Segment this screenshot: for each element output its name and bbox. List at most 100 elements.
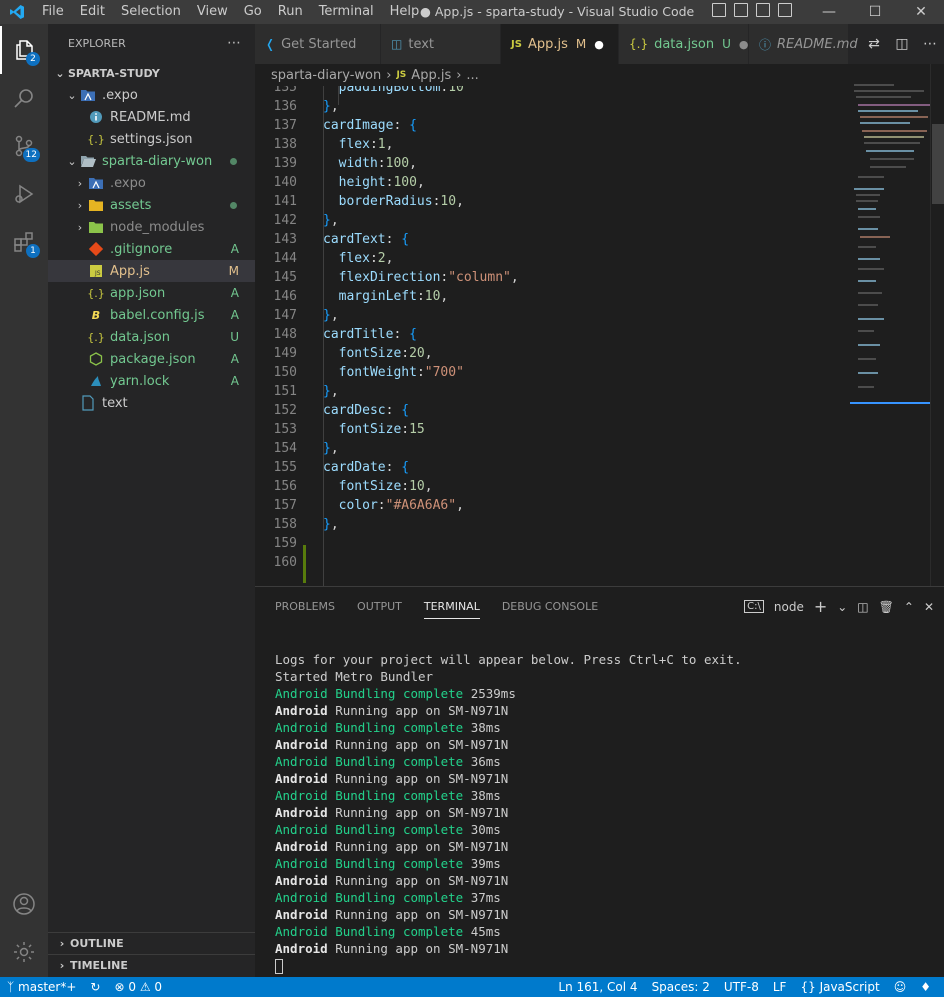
close-panel-icon[interactable]: ✕ (924, 600, 934, 614)
git-branch-status[interactable]: ᛉ master*+ (0, 980, 83, 994)
git-status-badge: U (230, 330, 239, 344)
file-data-json[interactable]: {.} data.json U (48, 326, 255, 348)
branch-icon: ᛉ (7, 980, 15, 994)
end-of-line[interactable]: LF (766, 980, 794, 994)
unsaved-dot-icon[interactable]: ● (739, 38, 749, 51)
menu-run[interactable]: Run (270, 0, 311, 24)
breadcrumb-more[interactable]: ... (466, 68, 478, 83)
minimap-line (858, 304, 878, 306)
accounts-icon[interactable] (0, 880, 48, 928)
editor-scrollbar[interactable] (930, 64, 944, 586)
window-title: ● App.js - sparta-study - Visual Studio … (420, 4, 695, 19)
more-actions-icon[interactable]: ⋯ (227, 35, 241, 51)
folder-sparta-diary-won[interactable]: ⌄ sparta-diary-won (48, 150, 255, 172)
terminal-output[interactable]: Logs for your project will appear below.… (275, 651, 742, 974)
folder-node-modules[interactable]: › node_modules (48, 216, 255, 238)
indentation[interactable]: Spaces: 2 (645, 980, 717, 994)
explorer-icon[interactable]: 2 (0, 26, 48, 74)
sync-icon[interactable]: ↻ (83, 980, 107, 994)
minimap-slider[interactable] (850, 402, 930, 404)
encoding[interactable]: UTF-8 (717, 980, 766, 994)
menu-go[interactable]: Go (236, 0, 270, 24)
file-settings-json[interactable]: {.} settings.json (48, 128, 255, 150)
code-editor[interactable]: 135 paddingBottom:10 136}, 137 cardImage:… (255, 86, 850, 586)
breadcrumb-folder[interactable]: sparta-diary-won (271, 68, 381, 83)
close-icon[interactable]: ✕ (898, 0, 944, 24)
outline-section[interactable]: › OUTLINE (48, 932, 255, 954)
menu-edit[interactable]: Edit (72, 0, 113, 24)
panel-actions: C:\ node + ⌄ ◫ 🗑 ⌃ ✕ (744, 597, 934, 616)
workspace-root[interactable]: ⌄ SPARTA-STUDY (48, 62, 255, 84)
chevron-down-icon: ⌄ (67, 88, 77, 102)
maximize-icon[interactable]: ☐ (852, 0, 898, 24)
menu-terminal[interactable]: Terminal (311, 0, 382, 24)
file-app-json[interactable]: {.} app.json A (48, 282, 255, 304)
menu-view[interactable]: View (189, 0, 236, 24)
cursor-position[interactable]: Ln 161, Col 4 (551, 980, 644, 994)
tab-text[interactable]: ◫ text (381, 24, 501, 64)
chevron-down-icon[interactable]: ⌄ (837, 600, 847, 614)
toggle-sidebar-icon[interactable] (712, 3, 726, 17)
terminal-prompt[interactable] (275, 957, 742, 974)
folder-expo-nested[interactable]: › .expo (48, 172, 255, 194)
expo-folder-icon (88, 175, 104, 191)
tab-debug-console[interactable]: DEBUG CONSOLE (502, 587, 598, 627)
terminal-line: Android Running app on SM-N971N (275, 770, 742, 787)
split-editor-icon[interactable]: ◫ (888, 36, 916, 52)
more-actions-icon[interactable]: ⋯ (916, 36, 944, 52)
terminal-run-status: Running app on SM-N971N (335, 737, 509, 752)
maximize-panel-icon[interactable]: ⌃ (904, 600, 914, 614)
scrollbar-thumb[interactable] (932, 124, 944, 204)
minimize-icon[interactable]: — (806, 0, 852, 24)
file-gitignore[interactable]: .gitignore A (48, 238, 255, 260)
split-terminal-icon[interactable]: ◫ (857, 600, 868, 614)
compare-changes-icon[interactable]: ⇄ (860, 36, 888, 52)
search-icon[interactable] (0, 74, 48, 122)
file-yarn-lock[interactable]: yarn.lock A (48, 370, 255, 392)
minimap-line (858, 176, 884, 178)
unsaved-dot-icon[interactable]: ● (594, 38, 604, 51)
file-package-json[interactable]: package.json A (48, 348, 255, 370)
trash-icon[interactable]: 🗑 (879, 600, 894, 614)
tab-app-js[interactable]: JS App.js M ● (501, 24, 619, 64)
file-text[interactable]: text (48, 392, 255, 414)
tab-terminal[interactable]: TERMINAL (423, 587, 480, 627)
toggle-secondary-sidebar-icon[interactable] (756, 3, 770, 17)
notifications-bell-icon[interactable]: ♦ (913, 980, 938, 994)
tab-get-started[interactable]: ❬ Get Started (255, 24, 381, 64)
settings-gear-icon[interactable] (0, 928, 48, 976)
minimap-line (858, 280, 876, 282)
file-babel-config[interactable]: B babel.config.js A (48, 304, 255, 326)
source-control-icon[interactable]: 12 (0, 122, 48, 170)
terminal-bundle-status: Bundling complete (335, 788, 464, 803)
tab-data-json[interactable]: {.} data.json U ● (619, 24, 749, 64)
customize-layout-icon[interactable] (778, 3, 792, 17)
terminal-line: Android Bundling complete 45ms (275, 923, 742, 940)
minimap-line (866, 150, 914, 152)
terminal-line: Android Running app on SM-N971N (275, 736, 742, 753)
file-readme[interactable]: README.md (48, 106, 255, 128)
problems-status[interactable]: ⊗ 0 ⚠ 0 (107, 980, 169, 994)
terminal-bundle-status: Bundling complete (335, 720, 464, 735)
tab-readme[interactable]: ⓘ README.md (749, 24, 858, 64)
add-terminal-icon[interactable]: + (814, 597, 827, 616)
folder-assets[interactable]: › assets (48, 194, 255, 216)
folder-expo[interactable]: ⌄ .expo (48, 84, 255, 106)
tree-item-label: data.json (110, 329, 170, 345)
menu-selection[interactable]: Selection (113, 0, 189, 24)
terminal-platform: Android (275, 720, 328, 735)
terminal-name[interactable]: node (774, 600, 804, 614)
tab-problems[interactable]: PROBLEMS (275, 587, 335, 627)
run-debug-icon[interactable] (0, 170, 48, 218)
menu-file[interactable]: File (34, 0, 72, 24)
tab-git-mark: M (575, 37, 587, 51)
tab-output[interactable]: OUTPUT (357, 587, 402, 627)
timeline-section[interactable]: › TIMELINE (48, 954, 255, 976)
breadcrumb-file[interactable]: App.js (411, 68, 451, 83)
file-app-js[interactable]: JS App.js M (48, 260, 255, 282)
minimap[interactable] (850, 64, 930, 586)
extensions-icon[interactable]: 1 (0, 218, 48, 266)
feedback-icon[interactable]: ☺ (887, 980, 914, 994)
language-mode[interactable]: {} JavaScript (793, 980, 886, 994)
toggle-panel-icon[interactable] (734, 3, 748, 17)
